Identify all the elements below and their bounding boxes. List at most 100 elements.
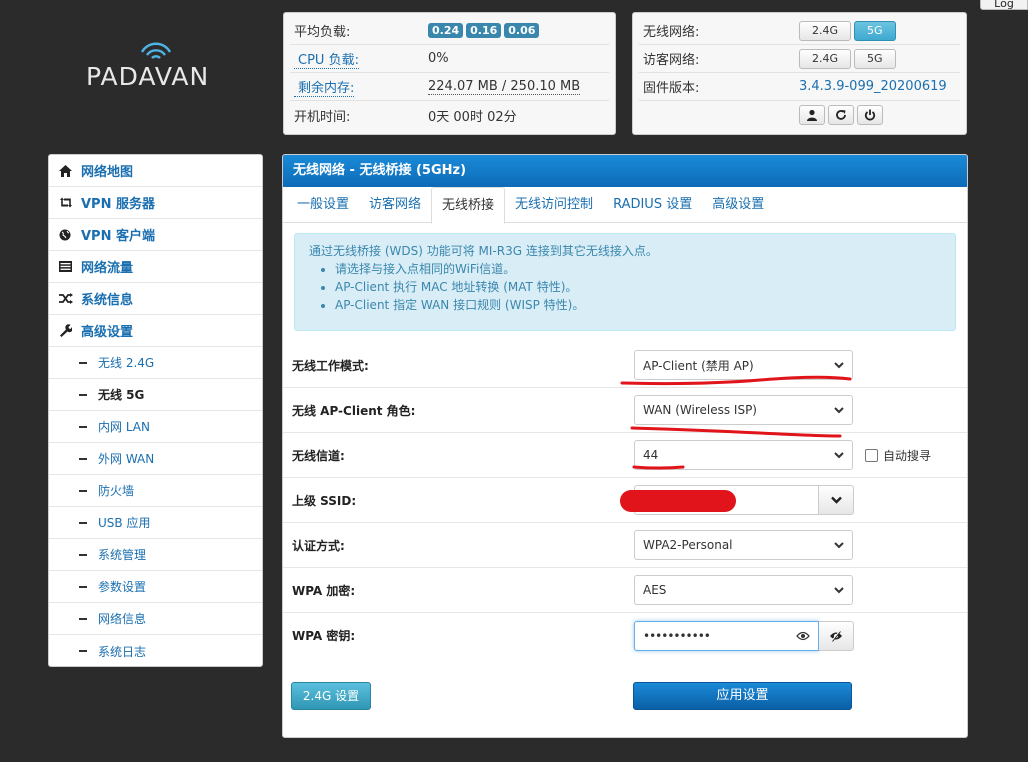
wireless-5g-button[interactable]: 5G [854, 20, 896, 41]
sidebar-sub-firewall[interactable]: 防火墙 [49, 475, 262, 507]
sidebar-sub-lan[interactable]: 内网 LAN [49, 411, 262, 443]
uptime-label: 开机时间: [294, 109, 351, 125]
chevron-down-icon [834, 541, 844, 548]
sidebar-sub-wan[interactable]: 外网 WAN [49, 443, 262, 475]
tab-bridge[interactable]: 无线桥接 [431, 187, 506, 224]
eye-icon[interactable] [796, 631, 810, 641]
role-label: 无线 AP-Client 角色: [292, 403, 416, 418]
role-row: 无线 AP-Client 角色: WAN (Wireless ISP) [283, 388, 967, 433]
uptime-value: 0天 00时 02分 [428, 109, 517, 125]
sidebar-item-label: 网络地图 [81, 165, 134, 180]
goto-24g-settings-button[interactable]: 2.4G 设置 [291, 682, 371, 710]
user-button[interactable] [799, 105, 825, 125]
sidebar-sub-system-admin[interactable]: 系统管理 [49, 539, 262, 571]
channel-row: 无线信道: 44 自动搜寻 [283, 433, 967, 478]
chevron-down-icon [834, 406, 844, 413]
key-label: WPA 密钥: [292, 629, 356, 643]
sidebar-item-vpn-client[interactable]: VPN 客户端 [49, 219, 262, 251]
free-memory-link[interactable]: 剩余内存: [294, 81, 355, 97]
home-icon [59, 164, 81, 177]
ssid-redaction-mark [620, 490, 736, 512]
wireless-row: 无线网络: 2.4G 5G [639, 17, 960, 45]
sidebar-sub-system-log[interactable]: 系统日志 [49, 635, 262, 666]
page-title: 无线网络 - 无线桥接 (5GHz) [283, 155, 967, 187]
sidebar-sub-label: 系统管理 [98, 548, 147, 562]
auth-select[interactable]: WPA2-Personal [634, 530, 853, 560]
chevron-down-icon [830, 496, 842, 504]
key-input-group: ••••••••••• [634, 620, 854, 651]
ssid-dropdown-button[interactable] [819, 485, 854, 515]
mode-select[interactable]: AP-Client (禁用 AP) [634, 350, 853, 380]
tab-guest[interactable]: 访客网络 [359, 187, 431, 223]
action-icons-row [639, 101, 960, 129]
system-status-panel: 平均负载: 0.24 0.16 0.06 CPU 负载: 0% 剩余内存: 22… [283, 12, 616, 135]
encryption-value: AES [643, 583, 667, 597]
chevron-down-icon [834, 451, 844, 458]
load-badge-2: 0.16 [466, 23, 502, 38]
sidebar-sub-label: 网络信息 [98, 612, 147, 626]
tab-general[interactable]: 一般设置 [287, 187, 359, 223]
ssid-label: 上级 SSID: [292, 493, 357, 508]
wireless-label: 无线网络: [643, 25, 700, 40]
mode-row: 无线工作模式: AP-Client (禁用 AP) [283, 343, 967, 388]
load-row: 平均负载: 0.24 0.16 0.06 [290, 17, 609, 45]
encryption-row: WPA 加密: AES [283, 568, 967, 613]
refresh-icon [836, 110, 846, 120]
sidebar-item-vpn-server[interactable]: VPN 服务器 [49, 187, 262, 219]
sidebar: 网络地图 VPN 服务器 VPN 客户端 网络流量 系统信息 高级设置 无线 2… [48, 154, 263, 667]
sidebar-item-traffic[interactable]: 网络流量 [49, 251, 262, 283]
channel-select[interactable]: 44 [634, 440, 853, 470]
logo-text: PADAVAN [86, 62, 210, 91]
chevron-down-icon [834, 361, 844, 368]
wpa-key-input[interactable]: ••••••••••• [634, 620, 819, 651]
cpu-load-link[interactable]: CPU 负载: [294, 53, 359, 69]
wifi-logo-icon [140, 42, 172, 59]
user-icon [807, 109, 817, 121]
sidebar-sub-network-info[interactable]: 网络信息 [49, 603, 262, 635]
padavan-logo: PADAVAN [86, 40, 236, 102]
tab-bar: 一般设置 访客网络 无线桥接 无线访问控制 RADIUS 设置 高级设置 [283, 187, 967, 224]
guest-24g-button[interactable]: 2.4G [799, 48, 852, 69]
info-bullet: AP-Client 指定 WAN 接口规则 (WISP 特性)。 [335, 296, 941, 314]
memory-value: 224.07 MB / 250.10 MB [428, 78, 581, 95]
sidebar-item-network-map[interactable]: 网络地图 [49, 155, 262, 187]
retweet-icon [59, 197, 81, 208]
key-row: WPA 密钥: ••••••••••• [283, 613, 967, 658]
sidebar-sub-wireless-24g[interactable]: 无线 2.4G [49, 347, 262, 379]
log-button[interactable]: Log [980, 0, 1028, 10]
sidebar-sub-label: 内网 LAN [98, 420, 150, 434]
encryption-select[interactable]: AES [634, 575, 853, 605]
sidebar-sub-usb[interactable]: USB 应用 [49, 507, 262, 539]
sidebar-sub-label: 参数设置 [98, 580, 147, 594]
refresh-button[interactable] [828, 105, 854, 125]
sidebar-sub-parameters[interactable]: 参数设置 [49, 571, 262, 603]
tab-radius[interactable]: RADIUS 设置 [603, 187, 702, 223]
power-button[interactable] [857, 105, 883, 125]
role-value: WAN (Wireless ISP) [643, 403, 757, 417]
sidebar-sub-wireless-5g[interactable]: 无线 5G [49, 379, 262, 411]
auto-scan-option[interactable]: 自动搜寻 [865, 447, 931, 464]
list-icon [59, 261, 81, 272]
wpa-key-value: ••••••••••• [643, 628, 711, 643]
main-panel: 无线网络 - 无线桥接 (5GHz) 一般设置 访客网络 无线桥接 无线访问控制… [282, 154, 968, 738]
auto-scan-checkbox[interactable] [865, 448, 878, 462]
firmware-version-link[interactable]: 3.4.3.9-099_20200619 [799, 79, 947, 94]
tab-access-control[interactable]: 无线访问控制 [505, 187, 603, 223]
guest-5g-button[interactable]: 5G [854, 48, 896, 69]
encryption-label: WPA 加密: [292, 583, 356, 598]
sidebar-item-system-info[interactable]: 系统信息 [49, 283, 262, 315]
sidebar-sub-label: 防火墙 [98, 484, 135, 498]
sidebar-item-advanced[interactable]: 高级设置 [49, 315, 262, 347]
toggle-password-button[interactable] [819, 620, 854, 651]
sidebar-sub-label: 无线 5G [98, 388, 145, 402]
action-buttons: 2.4G 设置 应用设置 [291, 682, 961, 712]
tab-advanced[interactable]: 高级设置 [702, 187, 774, 223]
apply-settings-button[interactable]: 应用设置 [633, 682, 852, 710]
role-select[interactable]: WAN (Wireless ISP) [634, 395, 853, 425]
info-list: 请选择与接入点相同的WiFi信道。 AP-Client 执行 MAC 地址转换 … [309, 260, 941, 314]
wireless-24g-button[interactable]: 2.4G [799, 20, 852, 41]
eye-slash-icon [830, 630, 842, 642]
random-icon [59, 293, 81, 304]
sidebar-item-label: 高级设置 [81, 325, 134, 340]
load-badge-1: 0.24 [428, 23, 464, 38]
